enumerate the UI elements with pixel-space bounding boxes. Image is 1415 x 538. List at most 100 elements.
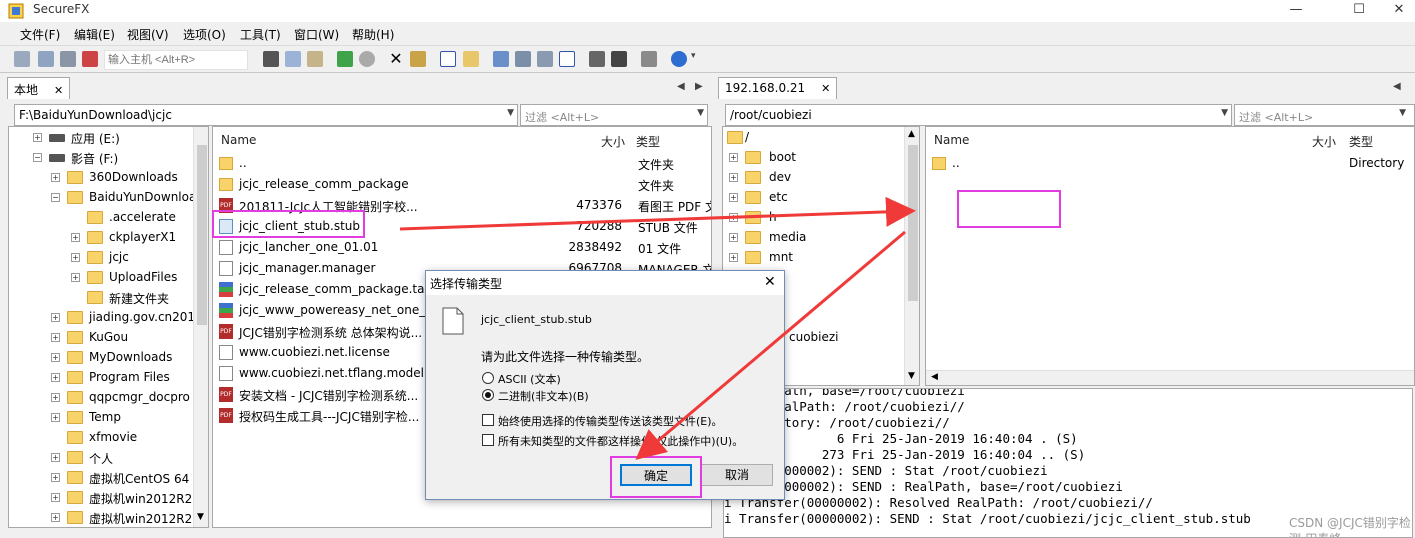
details-view-icon[interactable] bbox=[559, 51, 575, 67]
tree-item[interactable]: + Temp bbox=[9, 408, 189, 428]
expand-icon[interactable]: + bbox=[33, 133, 42, 142]
expand-icon[interactable]: + bbox=[51, 173, 60, 182]
radio-ascii[interactable] bbox=[482, 372, 494, 384]
tab-local[interactable]: 本地 ✕ bbox=[7, 77, 71, 99]
column-name[interactable]: Name bbox=[934, 133, 969, 147]
expand-icon[interactable]: + bbox=[71, 233, 80, 242]
tree-item[interactable]: + 虚拟机CentOS 64 · bbox=[9, 468, 197, 488]
tree-scroll-thumb[interactable] bbox=[197, 145, 207, 325]
tree-item[interactable]: − BaiduYunDownloa bbox=[9, 188, 196, 208]
column-size[interactable]: 大小 bbox=[601, 133, 625, 150]
checkbox-unknown-types[interactable] bbox=[482, 434, 494, 446]
collapse-icon[interactable]: − bbox=[51, 193, 60, 202]
column-size[interactable]: 大小 bbox=[1312, 133, 1336, 150]
local-path-combo[interactable]: F:\BaiduYunDownload\jcjc ▼ bbox=[14, 104, 518, 126]
tree-item[interactable]: + jiading.gov.cn201 bbox=[9, 308, 195, 328]
list-item[interactable]: jcjc_lancher_one_01.01 2838492 01 文件 bbox=[219, 237, 709, 258]
tab-scroll-right-icon[interactable]: ▶ bbox=[695, 81, 703, 92]
toolbar-overflow-icon[interactable]: ▾ bbox=[691, 51, 699, 67]
expand-icon[interactable]: + bbox=[51, 473, 60, 482]
expand-icon[interactable]: + bbox=[729, 173, 738, 182]
remote-tree-item[interactable]: / bbox=[723, 128, 903, 148]
radio-binary[interactable] bbox=[482, 389, 494, 401]
small-icons-icon[interactable] bbox=[515, 51, 531, 67]
expand-icon[interactable]: + bbox=[729, 193, 738, 202]
list-item[interactable]: .. 文件夹 bbox=[219, 153, 709, 174]
expand-icon[interactable]: + bbox=[51, 453, 60, 462]
disconnect-icon[interactable] bbox=[82, 51, 98, 67]
menu-help[interactable]: 帮助(H) bbox=[352, 26, 394, 43]
tree-item[interactable]: + KuGou bbox=[9, 328, 189, 348]
expand-icon[interactable]: + bbox=[71, 273, 80, 282]
tree-item[interactable]: + ckplayerX1 bbox=[9, 228, 189, 248]
expand-icon[interactable]: + bbox=[51, 413, 60, 422]
remote-file-list[interactable]: Name 大小 类型 .. Directory ◀ bbox=[925, 126, 1415, 386]
expand-icon[interactable]: + bbox=[51, 313, 60, 322]
connect-icon[interactable] bbox=[14, 51, 30, 67]
settings-icon[interactable] bbox=[589, 51, 605, 67]
column-type[interactable]: 类型 bbox=[636, 133, 660, 150]
help-icon[interactable] bbox=[671, 51, 687, 67]
remote-tree-item[interactable]: + mnt bbox=[723, 248, 903, 268]
radio-ascii-label[interactable]: ASCII (文本) bbox=[498, 371, 561, 387]
column-type[interactable]: 类型 bbox=[1349, 133, 1373, 150]
close-button[interactable]: ✕ bbox=[1383, 0, 1415, 22]
expand-icon[interactable]: + bbox=[729, 213, 738, 222]
tree-item[interactable]: + UploadFiles bbox=[9, 268, 189, 288]
menu-view[interactable]: 视图(V) bbox=[127, 26, 169, 43]
tree-item[interactable]: + 虚拟机win2012R2 bbox=[9, 508, 192, 527]
chevron-down-icon[interactable]: ▼ bbox=[507, 108, 514, 118]
radio-binary-label[interactable]: 二进制(非文本)(B) bbox=[498, 388, 589, 404]
tab-close-icon[interactable]: ✕ bbox=[54, 84, 63, 97]
tree-item[interactable]: + qqpcmgr_docpro bbox=[9, 388, 190, 408]
tree-item[interactable]: 新建文件夹 bbox=[9, 288, 189, 308]
remote-path-combo[interactable]: /root/cuobiezi ▼ bbox=[725, 104, 1232, 126]
remote-hscrollbar[interactable]: ◀ bbox=[926, 370, 1414, 385]
scroll-down-icon[interactable]: ▼ bbox=[908, 371, 915, 381]
key-icon[interactable] bbox=[611, 51, 627, 67]
scroll-up-icon[interactable]: ▲ bbox=[908, 129, 915, 139]
local-folder-tree[interactable]: + 应用 (E:) − 影音 (F:) +360Downloads − BaiduYunDo… bbox=[8, 126, 209, 528]
tab-scroll-left-icon[interactable]: ◀ bbox=[1393, 81, 1401, 92]
remote-tree-item[interactable]: + media bbox=[723, 228, 903, 248]
log-icon[interactable] bbox=[641, 51, 657, 67]
cancel-button[interactable]: 取消 bbox=[701, 464, 773, 486]
expand-icon[interactable]: + bbox=[729, 233, 738, 242]
paste-icon[interactable] bbox=[307, 51, 323, 67]
delete-icon[interactable]: ✕ bbox=[388, 51, 404, 67]
chevron-down-icon[interactable]: ▼ bbox=[1399, 108, 1406, 118]
maximize-button[interactable]: ☐ bbox=[1336, 0, 1382, 22]
menu-options[interactable]: 选项(O) bbox=[183, 26, 226, 43]
tree-item[interactable]: .accelerate bbox=[9, 208, 189, 228]
menu-file[interactable]: 文件(F) bbox=[20, 26, 60, 43]
scroll-down-icon[interactable]: ▼ bbox=[197, 512, 204, 522]
tree-item[interactable]: xfmovie bbox=[9, 428, 189, 448]
remote-tree-item[interactable]: + etc bbox=[723, 188, 903, 208]
expand-icon[interactable]: + bbox=[51, 353, 60, 362]
remote-tree-item[interactable]: + dev bbox=[723, 168, 903, 188]
expand-icon[interactable]: + bbox=[51, 373, 60, 382]
copy-icon[interactable] bbox=[285, 51, 301, 67]
folder-up-icon[interactable] bbox=[463, 51, 479, 67]
expand-icon[interactable]: + bbox=[51, 513, 60, 522]
tab-scroll-left-icon[interactable]: ◀ bbox=[677, 81, 685, 92]
column-name[interactable]: Name bbox=[221, 133, 256, 147]
expand-icon[interactable]: + bbox=[729, 153, 738, 162]
menu-edit[interactable]: 编辑(E) bbox=[74, 26, 115, 43]
remote-tree-scroll-thumb[interactable] bbox=[908, 145, 918, 301]
list-item[interactable]: jcjc_release_comm_package 文件夹 bbox=[219, 174, 709, 195]
expand-icon[interactable]: + bbox=[51, 333, 60, 342]
stop-icon[interactable] bbox=[359, 51, 375, 67]
expand-icon[interactable]: + bbox=[51, 393, 60, 402]
refresh-icon[interactable] bbox=[337, 51, 353, 67]
tree-item[interactable]: + Program Files bbox=[9, 368, 189, 388]
checkbox-always-use-label[interactable]: 始终使用选择的传输类型传送该类型文件(E)。 bbox=[498, 413, 723, 429]
tab-close-icon[interactable]: ✕ bbox=[821, 82, 830, 95]
tree-scrollbar[interactable]: ▼ bbox=[193, 127, 208, 527]
dialog-close-icon[interactable]: ✕ bbox=[764, 274, 776, 290]
tab-remote[interactable]: 192.168.0.21 ✕ bbox=[718, 77, 838, 99]
remote-tree-item[interactable]: + h bbox=[723, 208, 903, 228]
tree-item[interactable]: − 影音 (F:) bbox=[9, 148, 189, 168]
expand-icon[interactable]: + bbox=[729, 253, 738, 262]
tree-item[interactable]: + MyDownloads bbox=[9, 348, 189, 368]
